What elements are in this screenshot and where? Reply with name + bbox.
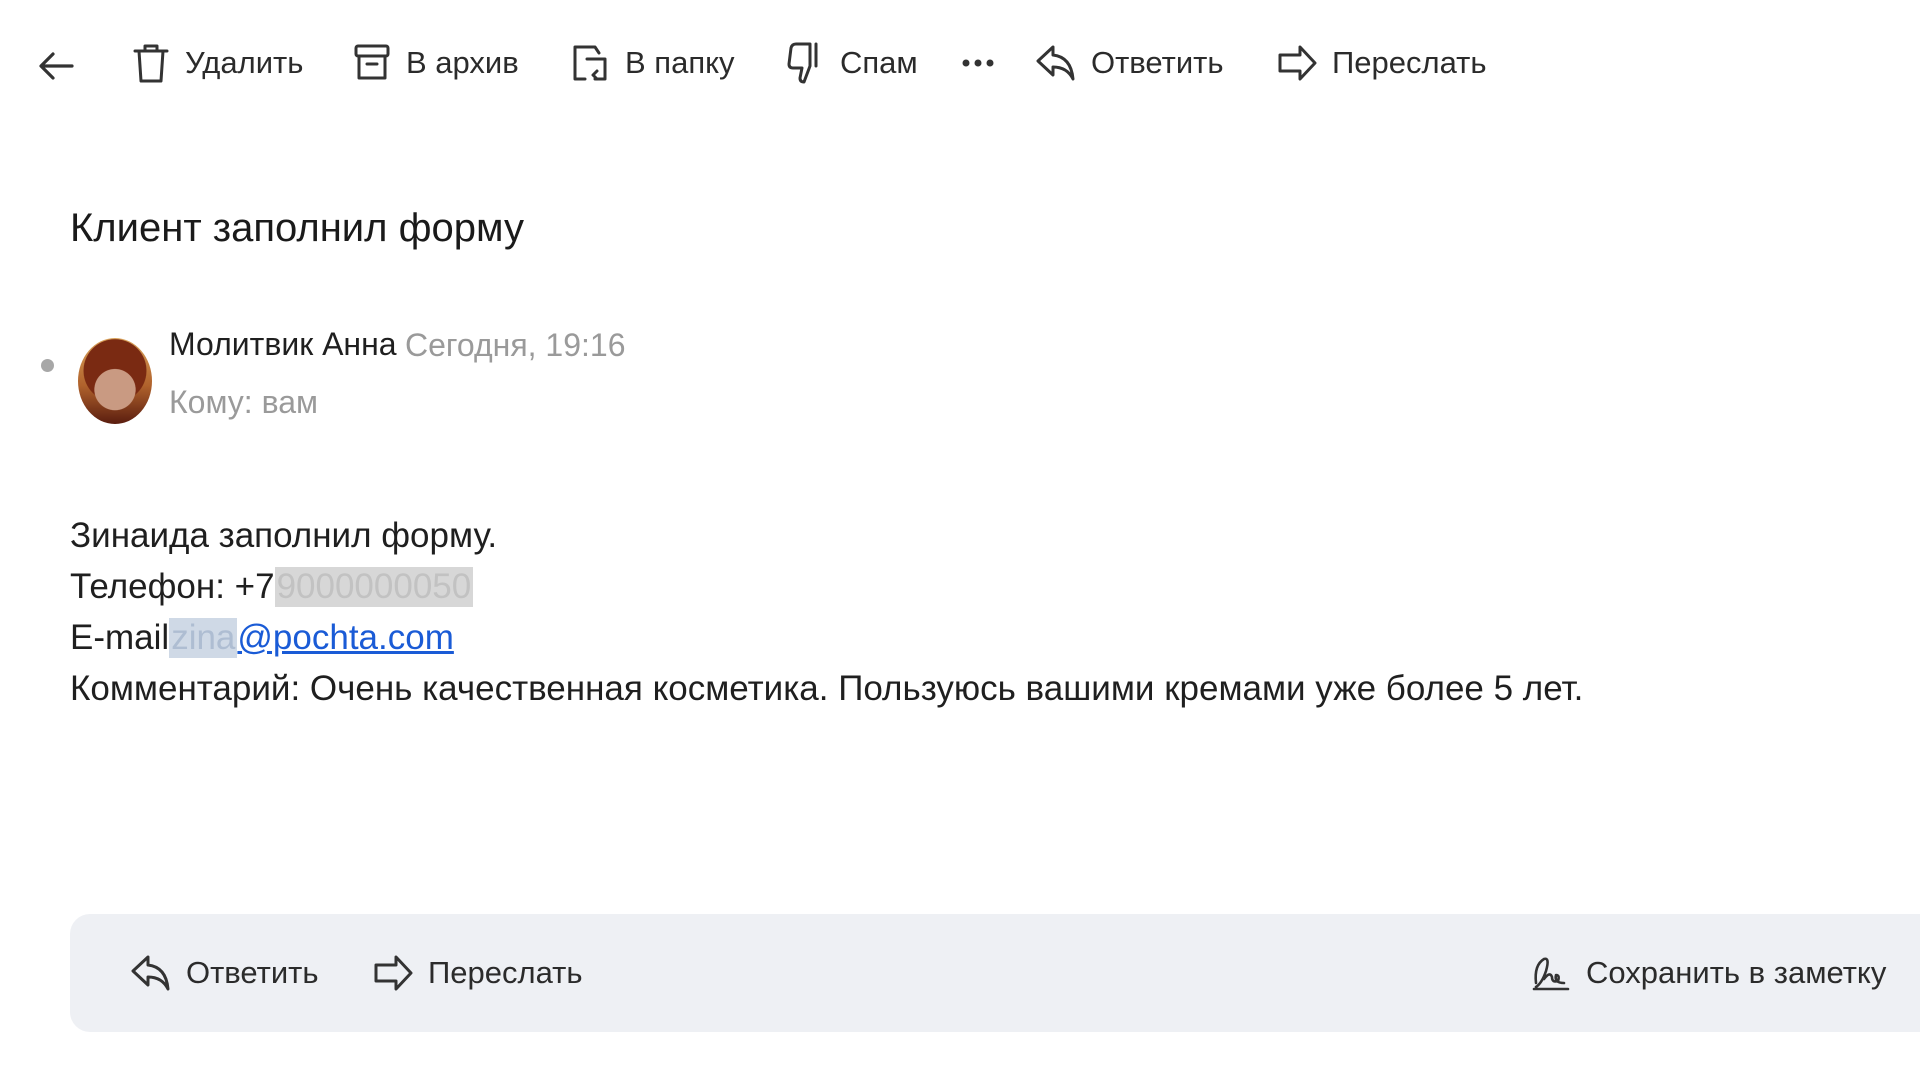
unread-indicator[interactable] xyxy=(41,359,54,372)
email-redacted[interactable]: zina xyxy=(169,618,238,658)
mail-message-view: Удалить В архив В папку Спам Ответить Пе… xyxy=(0,0,1920,1086)
bottom-forward-label: Переслать xyxy=(428,955,583,990)
reply-label: Ответить xyxy=(1091,45,1224,80)
forward-button[interactable]: Переслать xyxy=(1276,36,1487,90)
archive-button[interactable]: В архив xyxy=(352,36,519,90)
avatar[interactable] xyxy=(78,338,152,424)
body-line-phone: Телефон: +79000000050 xyxy=(70,561,1583,612)
phone-prefix: Телефон: +7 xyxy=(70,567,275,606)
spam-label: Спам xyxy=(840,45,918,80)
bottom-forward-button[interactable]: Переслать xyxy=(372,944,583,1002)
bottom-reply-button[interactable]: Ответить xyxy=(130,944,319,1002)
delete-label: Удалить xyxy=(185,45,304,80)
delete-button[interactable]: Удалить xyxy=(131,36,303,90)
archive-label: В архив xyxy=(406,45,519,80)
message-toolbar: Удалить В архив В папку Спам Ответить Пе… xyxy=(0,0,1920,126)
reply-button[interactable]: Ответить xyxy=(1035,36,1224,90)
body-line-comment: Комментарий: Очень качественная косметик… xyxy=(70,669,1584,708)
thumbs-down-icon xyxy=(787,42,818,84)
signature-note-icon xyxy=(1532,957,1570,991)
recipient-line[interactable]: Кому: вам xyxy=(169,384,318,421)
reply-icon xyxy=(131,955,170,991)
bottom-reply-label: Ответить xyxy=(186,955,319,990)
message-subject: Клиент заполнил форму xyxy=(70,206,524,250)
email-prefix: E-mail xyxy=(70,618,170,657)
archive-icon xyxy=(354,44,390,80)
move-to-folder-label: В папку xyxy=(625,45,735,80)
more-dots-icon xyxy=(962,59,994,67)
message-time: Сегодня, 19:16 xyxy=(405,327,626,363)
phone-redacted: 9000000050 xyxy=(274,567,474,607)
arrow-left-icon xyxy=(39,52,74,80)
quick-actions-bar: Ответить Переслать Сохранить в заметку xyxy=(70,914,1920,1032)
more-actions-button[interactable] xyxy=(958,40,998,86)
body-line-email: E-mailzina@pochta.com xyxy=(70,612,1583,663)
forward-label: Переслать xyxy=(1332,45,1487,80)
forward-icon xyxy=(374,955,413,991)
trash-icon xyxy=(133,44,169,83)
save-to-note-label: Сохранить в заметку xyxy=(1586,955,1887,990)
reply-icon xyxy=(1036,45,1075,81)
sender-name[interactable]: Молитвик Анна xyxy=(169,326,397,363)
forward-icon xyxy=(1278,45,1317,81)
spam-button[interactable]: Спам xyxy=(786,36,918,90)
move-to-folder-button[interactable]: В папку xyxy=(569,36,735,90)
body-line-intro: Зинаида заполнил форму. xyxy=(70,516,498,555)
message-body: Зинаида заполнил форму. Телефон: +790000… xyxy=(70,510,1583,714)
save-to-note-button[interactable]: Сохранить в заметку xyxy=(1530,944,1886,1002)
folder-move-icon xyxy=(573,45,607,81)
email-link[interactable]: @pochta.com xyxy=(237,618,453,657)
back-button[interactable] xyxy=(30,40,82,92)
